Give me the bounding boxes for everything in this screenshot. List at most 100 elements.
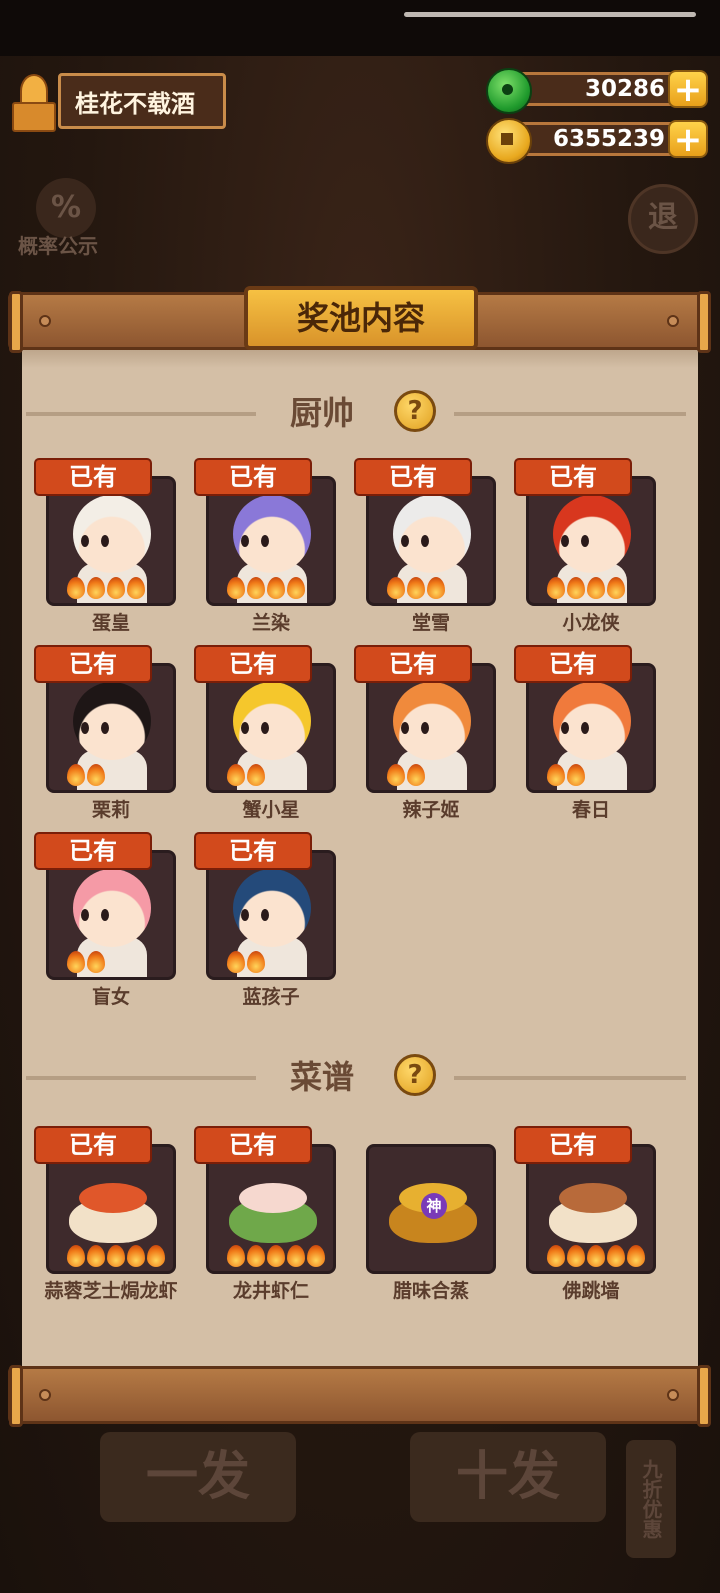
flame-icon — [607, 577, 625, 599]
flame-icon — [87, 577, 105, 599]
dish-food — [79, 1183, 147, 1213]
gold-amount: 6355239 — [512, 122, 682, 156]
flame-icon — [247, 577, 265, 599]
roller-pin — [667, 1389, 679, 1401]
eye — [101, 535, 109, 547]
chef-avatar — [73, 869, 151, 947]
dish-food — [239, 1183, 307, 1213]
chef-name: 蟹小星 — [242, 799, 300, 821]
recipe-name: 佛跳墙 — [562, 1280, 620, 1302]
divider — [454, 412, 686, 416]
chef-avatar — [233, 869, 311, 947]
eye — [261, 909, 269, 921]
flame-icon — [287, 577, 305, 599]
roller-pin — [39, 1389, 51, 1401]
flame-icon — [227, 951, 245, 973]
player-tag[interactable]: 桂花不载酒 — [8, 72, 226, 132]
chef-avatar — [393, 682, 471, 760]
divine-badge: 神 — [421, 1193, 447, 1219]
flame-icon — [547, 764, 565, 786]
chefs-help-icon[interactable]: ? — [394, 390, 436, 432]
flame-icon — [107, 577, 125, 599]
owned-badge: 已有 — [34, 1126, 152, 1164]
roller-pin — [667, 315, 679, 327]
flame-icon — [407, 764, 425, 786]
eye — [401, 535, 409, 547]
owned-badge: 已有 — [34, 458, 152, 496]
divider — [26, 412, 256, 416]
add-jade-button[interactable]: + — [668, 70, 708, 108]
eye — [241, 535, 249, 547]
flame-icon — [227, 764, 245, 786]
chef-name: 盲女 — [91, 986, 130, 1008]
gold-coin-icon — [486, 118, 532, 164]
flame-icon — [107, 1245, 125, 1267]
flame-icon — [87, 951, 105, 973]
chef-avatar — [553, 495, 631, 573]
star-flames — [67, 951, 107, 973]
flame-icon — [67, 764, 85, 786]
chef-name: 栗莉 — [91, 799, 130, 821]
chef-name: 春日 — [571, 799, 610, 821]
owned-badge: 已有 — [354, 645, 472, 683]
status-bar — [0, 0, 720, 56]
ten-draw-button[interactable]: 十发 — [410, 1432, 606, 1522]
chef-name: 蛋皇 — [91, 612, 130, 634]
eye — [581, 722, 589, 734]
flame-icon — [587, 1245, 605, 1267]
eye — [421, 722, 429, 734]
star-flames — [387, 764, 427, 786]
star-flames — [227, 764, 267, 786]
eye — [241, 909, 249, 921]
owned-badge: 已有 — [194, 832, 312, 870]
recipe-portrait: 神 — [366, 1144, 496, 1274]
probability-label: 概率公示 — [18, 234, 98, 258]
eye — [261, 535, 269, 547]
flame-icon — [567, 577, 585, 599]
flame-icon — [587, 577, 605, 599]
chef-name: 堂雪 — [411, 612, 450, 634]
roller-cap — [9, 291, 23, 353]
rank-trophy-icon — [8, 72, 56, 132]
star-flames — [227, 1245, 327, 1267]
flame-icon — [567, 764, 585, 786]
chef-avatar — [553, 682, 631, 760]
exit-button[interactable]: 退 — [628, 184, 698, 254]
eye — [241, 722, 249, 734]
flame-icon — [407, 577, 425, 599]
recipes-help-icon[interactable]: ? — [394, 1054, 436, 1096]
gold-currency: 6355239 + — [486, 118, 708, 164]
eye — [81, 909, 89, 921]
chef-avatar — [233, 495, 311, 573]
eye — [561, 535, 569, 547]
prize-pool-panel: 厨帅 ? 已有 蛋皇 已有 兰染 已有 堂雪 已有 小龙侠 已有 栗莉 已有 蟹小星 已有 辣子姬 已有 春日… — [22, 342, 698, 1372]
star-flames — [387, 577, 447, 599]
chef-name: 兰染 — [251, 612, 290, 634]
probability-gear-icon[interactable]: % — [36, 178, 96, 238]
flame-icon — [67, 951, 85, 973]
owned-badge: 已有 — [514, 1126, 632, 1164]
chefs-section-header: 厨帅 ? — [22, 388, 698, 438]
roller-pin — [39, 315, 51, 327]
owned-badge: 已有 — [194, 1126, 312, 1164]
panel-title: 奖池内容 — [244, 286, 478, 350]
add-gold-button[interactable]: + — [668, 120, 708, 158]
flame-icon — [547, 577, 565, 599]
single-draw-button[interactable]: 一发 — [100, 1432, 296, 1522]
owned-badge: 已有 — [354, 458, 472, 496]
eye — [101, 909, 109, 921]
eye — [581, 535, 589, 547]
flame-icon — [87, 1245, 105, 1267]
flame-icon — [267, 1245, 285, 1267]
recipes-section-header: 菜谱 ? — [22, 1052, 698, 1102]
chef-name: 辣子姬 — [402, 799, 460, 821]
flame-icon — [267, 577, 285, 599]
owned-badge: 已有 — [194, 458, 312, 496]
chef-avatar — [233, 682, 311, 760]
owned-badge: 已有 — [34, 645, 152, 683]
roller-cap — [697, 291, 711, 353]
flame-icon — [127, 1245, 145, 1267]
flame-icon — [227, 1245, 245, 1267]
eye — [561, 722, 569, 734]
star-flames — [67, 577, 147, 599]
